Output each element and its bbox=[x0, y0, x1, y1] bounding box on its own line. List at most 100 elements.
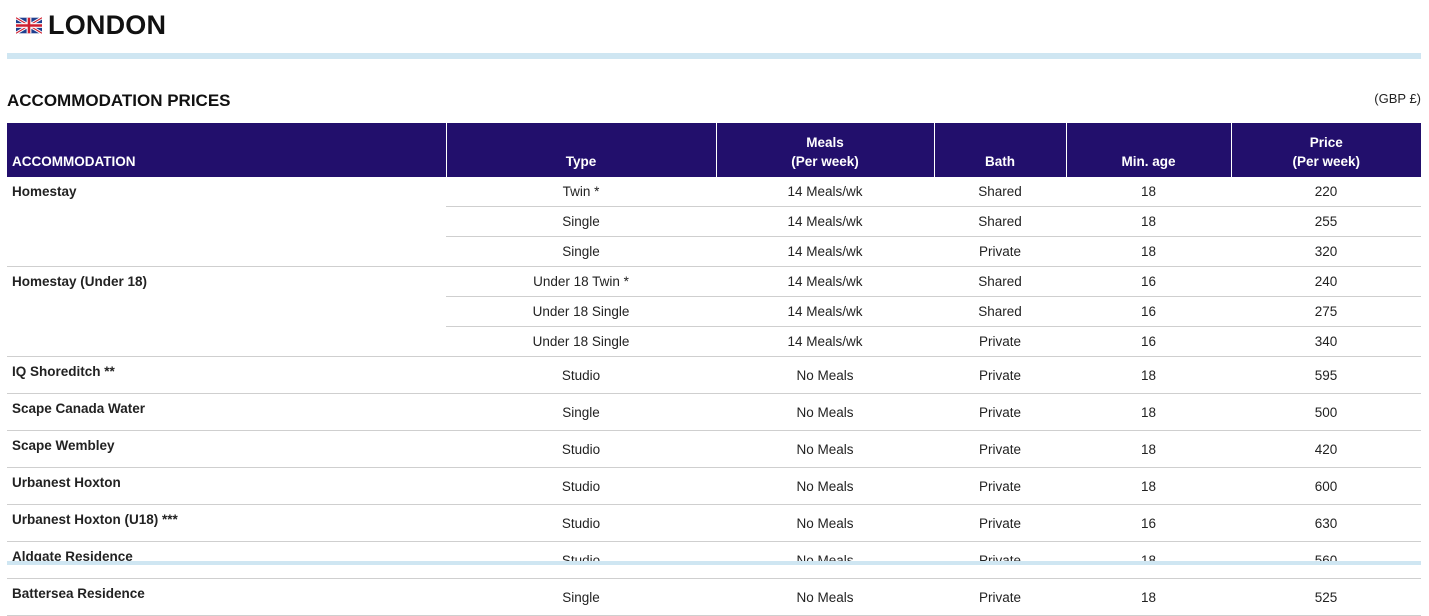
cell-type: Under 18 Single bbox=[446, 326, 716, 357]
cell-price: 255 bbox=[1231, 206, 1421, 237]
cell-bath: Shared bbox=[934, 206, 1066, 237]
cell-meals: No Meals bbox=[716, 393, 934, 431]
cell-min-age: 18 bbox=[1066, 206, 1231, 237]
cell-min-age: 16 bbox=[1066, 266, 1231, 297]
cell-min-age: 16 bbox=[1066, 326, 1231, 357]
currency-label: (GBP £) bbox=[1374, 91, 1421, 106]
cell-min-age: 18 bbox=[1066, 578, 1231, 616]
cell-type: Single bbox=[446, 578, 716, 616]
table-header-row: ACCOMMODATION Type Meals (Per week) Bath … bbox=[7, 123, 1421, 177]
column-header-price-line2: (Per week) bbox=[1292, 154, 1361, 169]
cell-type: Under 18 Single bbox=[446, 296, 716, 327]
cell-min-age: 18 bbox=[1066, 541, 1231, 579]
cell-min-age: 16 bbox=[1066, 296, 1231, 327]
cell-min-age: 18 bbox=[1066, 236, 1231, 267]
table-bottom-divider bbox=[7, 561, 1421, 565]
table-row: Scape Wembley Studio No Meals Private 18 420 bbox=[7, 430, 1421, 468]
cell-bath: Private bbox=[934, 504, 1066, 542]
cell-type: Studio bbox=[446, 467, 716, 505]
cell-type: Single bbox=[446, 236, 716, 267]
table-body: Homestay Twin * 14 Meals/wk Shared 18 220 Sing… bbox=[7, 177, 1421, 616]
cell-meals: No Meals bbox=[716, 541, 934, 579]
cell-type: Studio bbox=[446, 356, 716, 394]
table-row: Aldgate Residence Studio No Meals Private 18… bbox=[7, 541, 1421, 579]
accommodation-prices-table: ACCOMMODATION Type Meals (Per week) Bath … bbox=[7, 123, 1421, 616]
cell-price: 595 bbox=[1231, 356, 1421, 394]
cell-meals: No Meals bbox=[716, 467, 934, 505]
title-divider bbox=[7, 53, 1421, 59]
cell-type: Under 18 Twin * bbox=[446, 266, 716, 297]
cell-min-age: 16 bbox=[1066, 504, 1231, 542]
cell-type: Studio bbox=[446, 430, 716, 468]
accommodation-name: Urbanest Hoxton bbox=[7, 467, 446, 505]
column-header-price: Price (Per week) bbox=[1230, 123, 1421, 177]
column-header-meals-line1: Meals bbox=[806, 135, 844, 150]
uk-flag-icon bbox=[16, 17, 42, 34]
cell-bath: Shared bbox=[934, 296, 1066, 327]
cell-price: 320 bbox=[1231, 236, 1421, 267]
table-row: Scape Canada Water Single No Meals Private 1… bbox=[7, 393, 1421, 431]
column-header-accommodation: ACCOMMODATION bbox=[7, 123, 446, 177]
table-row: Battersea Residence Single No Meals Private… bbox=[7, 578, 1421, 616]
accommodation-name: IQ Shoreditch ** bbox=[7, 356, 446, 394]
accommodation-name: Scape Canada Water bbox=[7, 393, 446, 431]
accommodation-name: Homestay bbox=[7, 177, 446, 267]
cell-bath: Shared bbox=[934, 266, 1066, 297]
table-row: Homestay Twin * 14 Meals/wk Shared 18 220 bbox=[7, 177, 1421, 267]
cell-min-age: 18 bbox=[1066, 177, 1231, 207]
cell-meals: No Meals bbox=[716, 356, 934, 394]
column-header-min-age: Min. age bbox=[1065, 123, 1231, 177]
cell-price: 560 bbox=[1231, 541, 1421, 579]
cell-min-age: 18 bbox=[1066, 467, 1231, 505]
cell-price: 630 bbox=[1231, 504, 1421, 542]
cell-bath: Private bbox=[934, 430, 1066, 468]
column-header-meals-line2: (Per week) bbox=[791, 154, 859, 169]
table-row: Urbanest Hoxton (U18) *** Studio No Meals P… bbox=[7, 504, 1421, 542]
page-title: LONDON bbox=[48, 10, 167, 40]
cell-price: 420 bbox=[1231, 430, 1421, 468]
accommodation-name: Homestay (Under 18) bbox=[7, 266, 446, 357]
cell-meals: 14 Meals/wk bbox=[716, 236, 934, 267]
accommodation-name: Urbanest Hoxton (U18) *** bbox=[7, 504, 446, 542]
cell-bath: Private bbox=[934, 356, 1066, 394]
cell-bath: Shared bbox=[934, 177, 1066, 207]
cell-price: 340 bbox=[1231, 326, 1421, 357]
cell-meals: No Meals bbox=[716, 430, 934, 468]
table-row: IQ Shoreditch ** Studio No Meals Private 18 5… bbox=[7, 356, 1421, 394]
column-header-bath: Bath bbox=[933, 123, 1066, 177]
cell-bath: Private bbox=[934, 236, 1066, 267]
section-title: ACCOMMODATION PRICES bbox=[7, 91, 231, 110]
cell-meals: 14 Meals/wk bbox=[716, 177, 934, 207]
cell-min-age: 18 bbox=[1066, 430, 1231, 468]
cell-bath: Private bbox=[934, 578, 1066, 616]
cell-price: 600 bbox=[1231, 467, 1421, 505]
cell-price: 240 bbox=[1231, 266, 1421, 297]
cell-type: Single bbox=[446, 206, 716, 237]
cell-price: 525 bbox=[1231, 578, 1421, 616]
column-header-price-line1: Price bbox=[1309, 135, 1343, 150]
cell-price: 500 bbox=[1231, 393, 1421, 431]
cell-price: 275 bbox=[1231, 296, 1421, 327]
cell-bath: Private bbox=[934, 393, 1066, 431]
cell-type: Twin * bbox=[446, 177, 716, 207]
cell-meals: 14 Meals/wk bbox=[716, 326, 934, 357]
cell-bath: Private bbox=[934, 326, 1066, 357]
cell-type: Studio bbox=[446, 504, 716, 542]
table-row: Homestay (Under 18) Under 18 Twin * 14 Mea… bbox=[7, 266, 1421, 357]
cell-type: Studio bbox=[446, 541, 716, 579]
accommodation-name: Aldgate Residence bbox=[7, 541, 446, 579]
accommodation-name: Battersea Residence bbox=[7, 578, 446, 616]
cell-meals: 14 Meals/wk bbox=[716, 266, 934, 297]
column-header-type: Type bbox=[445, 123, 716, 177]
cell-price: 220 bbox=[1231, 177, 1421, 207]
accommodation-name: Scape Wembley bbox=[7, 430, 446, 468]
cell-bath: Private bbox=[934, 467, 1066, 505]
cell-meals: No Meals bbox=[716, 578, 934, 616]
table-row: Urbanest Hoxton Studio No Meals Private 18 60… bbox=[7, 467, 1421, 505]
cell-min-age: 18 bbox=[1066, 356, 1231, 394]
cell-meals: 14 Meals/wk bbox=[716, 206, 934, 237]
column-header-meals: Meals (Per week) bbox=[715, 123, 934, 177]
cell-meals: No Meals bbox=[716, 504, 934, 542]
cell-type: Single bbox=[446, 393, 716, 431]
cell-bath: Private bbox=[934, 541, 1066, 579]
